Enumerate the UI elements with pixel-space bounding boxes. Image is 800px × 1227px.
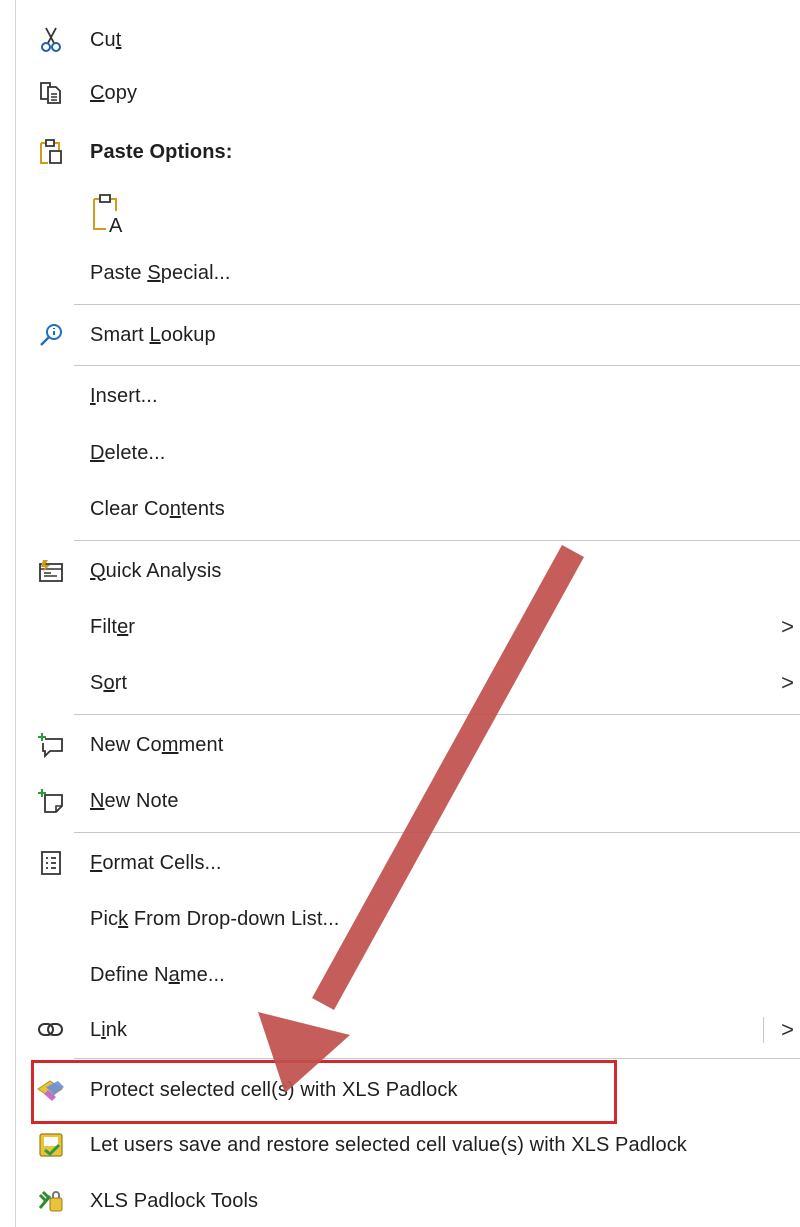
menu-item-xls-padlock-tools[interactable]: XLS Padlock Tools xyxy=(16,1176,800,1226)
copy-icon xyxy=(36,78,66,108)
clipboard-icon xyxy=(36,137,66,167)
comment-add-icon xyxy=(36,730,66,760)
menu-item-define-name[interactable]: Define Name... xyxy=(16,950,800,1000)
menu-separator xyxy=(74,540,800,541)
menu-item-sort[interactable]: Sort > xyxy=(16,658,800,708)
paste-option-keep-text[interactable]: A xyxy=(16,188,800,238)
context-menu: Cut Copy Paste Options: A Paste Special.… xyxy=(15,0,800,1227)
menu-item-copy[interactable]: Copy xyxy=(16,68,800,118)
scissors-icon xyxy=(36,25,66,55)
menu-item-pick-from-list[interactable]: Pick From Drop-down List... xyxy=(16,894,800,944)
menu-separator xyxy=(74,714,800,715)
chevron-right-icon[interactable]: > xyxy=(781,1017,794,1043)
menu-item-quick-analysis[interactable]: Quick Analysis xyxy=(16,546,800,596)
menu-separator xyxy=(74,832,800,833)
quick-analysis-icon xyxy=(36,556,66,586)
menu-separator xyxy=(74,304,800,305)
menu-item-filter[interactable]: Filter > xyxy=(16,602,800,652)
menu-separator xyxy=(74,365,800,366)
menu-item-format-cells[interactable]: Format Cells... xyxy=(16,838,800,888)
menu-item-cut[interactable]: Cut xyxy=(16,15,800,65)
xls-padlock-tools-icon xyxy=(36,1186,66,1216)
menu-item-delete[interactable]: Delete... xyxy=(16,428,800,478)
save-restore-icon xyxy=(36,1130,66,1160)
search-info-icon xyxy=(36,320,66,350)
highlight-box xyxy=(31,1060,617,1124)
paste-text-icon: A xyxy=(88,191,128,235)
chevron-right-icon: > xyxy=(781,670,794,695)
menu-item-insert[interactable]: Insert... xyxy=(16,371,800,421)
chevron-right-icon: > xyxy=(781,614,794,639)
menu-item-paste-special[interactable]: Paste Special... xyxy=(16,248,800,298)
menu-item-new-comment[interactable]: New Comment xyxy=(16,720,800,770)
menu-item-clear-contents[interactable]: Clear Contents xyxy=(16,484,800,534)
menu-item-smart-lookup[interactable]: Smart Lookup xyxy=(16,310,800,360)
menu-item-link[interactable]: Link > xyxy=(16,1005,800,1055)
link-icon xyxy=(36,1015,66,1045)
note-add-icon xyxy=(36,786,66,816)
menu-item-new-note[interactable]: New Note xyxy=(16,776,800,826)
menu-separator xyxy=(74,1058,800,1059)
format-cells-icon xyxy=(36,848,66,878)
svg-text:A: A xyxy=(109,215,123,235)
menu-item-paste-options: Paste Options: xyxy=(16,127,800,177)
menu-item-save-restore[interactable]: Let users save and restore selected cell… xyxy=(16,1120,800,1170)
split-divider xyxy=(763,1017,764,1043)
